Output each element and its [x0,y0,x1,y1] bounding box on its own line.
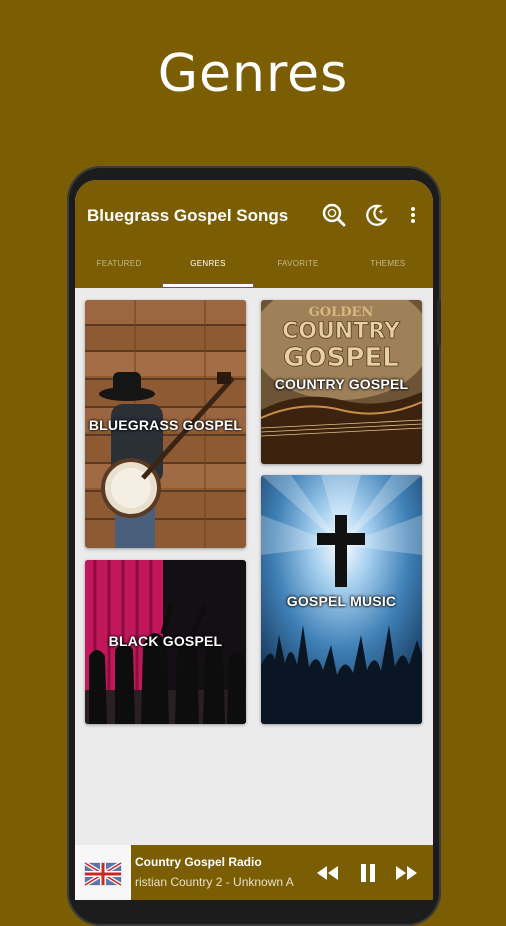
phone-side-button [437,300,441,346]
tab-featured[interactable]: FEATURED [75,244,163,288]
app-bar: Bluegrass Gospel Songs FEATURED GENRES F… [75,180,433,288]
genre-label: BLACK GOSPEL [108,633,223,649]
rewind-icon[interactable] [315,861,341,885]
genre-card-black-gospel[interactable]: BLACK GOSPEL [85,560,246,724]
tab-genres[interactable]: GENRES [163,244,253,288]
player-subtitle: ristian Country 2 - Unknown A [135,875,294,889]
station-logo-icon [83,861,123,887]
more-vert-icon[interactable] [405,202,421,228]
genre-label: COUNTRY GOSPEL [274,376,409,392]
page-heading: Genres [157,44,349,104]
mini-player[interactable]: Country Gospel Radio ristian Country 2 -… [75,845,433,900]
art-title-main-2: GOSPEL [283,343,399,373]
night-mode-icon[interactable] [363,202,389,228]
tab-indicator [163,284,253,287]
tab-themes[interactable]: THEMES [343,244,433,288]
station-thumbnail [75,845,131,900]
search-icon[interactable] [321,202,347,228]
art-title-main-1: COUNTRY [282,319,401,344]
genre-card-gospel-music[interactable]: GOSPEL MUSIC [261,475,422,724]
genre-card-bluegrass-gospel[interactable]: BLUEGRASS GOSPEL [85,300,246,548]
app-screen: Bluegrass Gospel Songs FEATURED GENRES F… [75,180,433,900]
fast-forward-icon[interactable] [393,861,419,885]
art-title-top: GOLDEN [309,305,374,320]
genre-card-country-gospel[interactable]: GOLDEN COUNTRY GOSPEL COUNTRY GOSPEL [261,300,422,464]
tab-bar: FEATURED GENRES FAVORITE THEMES [75,244,433,288]
genre-label: GOSPEL MUSIC [286,593,397,609]
pause-icon[interactable] [355,861,381,885]
tab-favorite[interactable]: FAVORITE [253,244,343,288]
player-title: Country Gospel Radio [135,855,262,869]
genre-label: BLUEGRASS GOSPEL [88,417,243,433]
app-title: Bluegrass Gospel Songs [87,206,289,225]
